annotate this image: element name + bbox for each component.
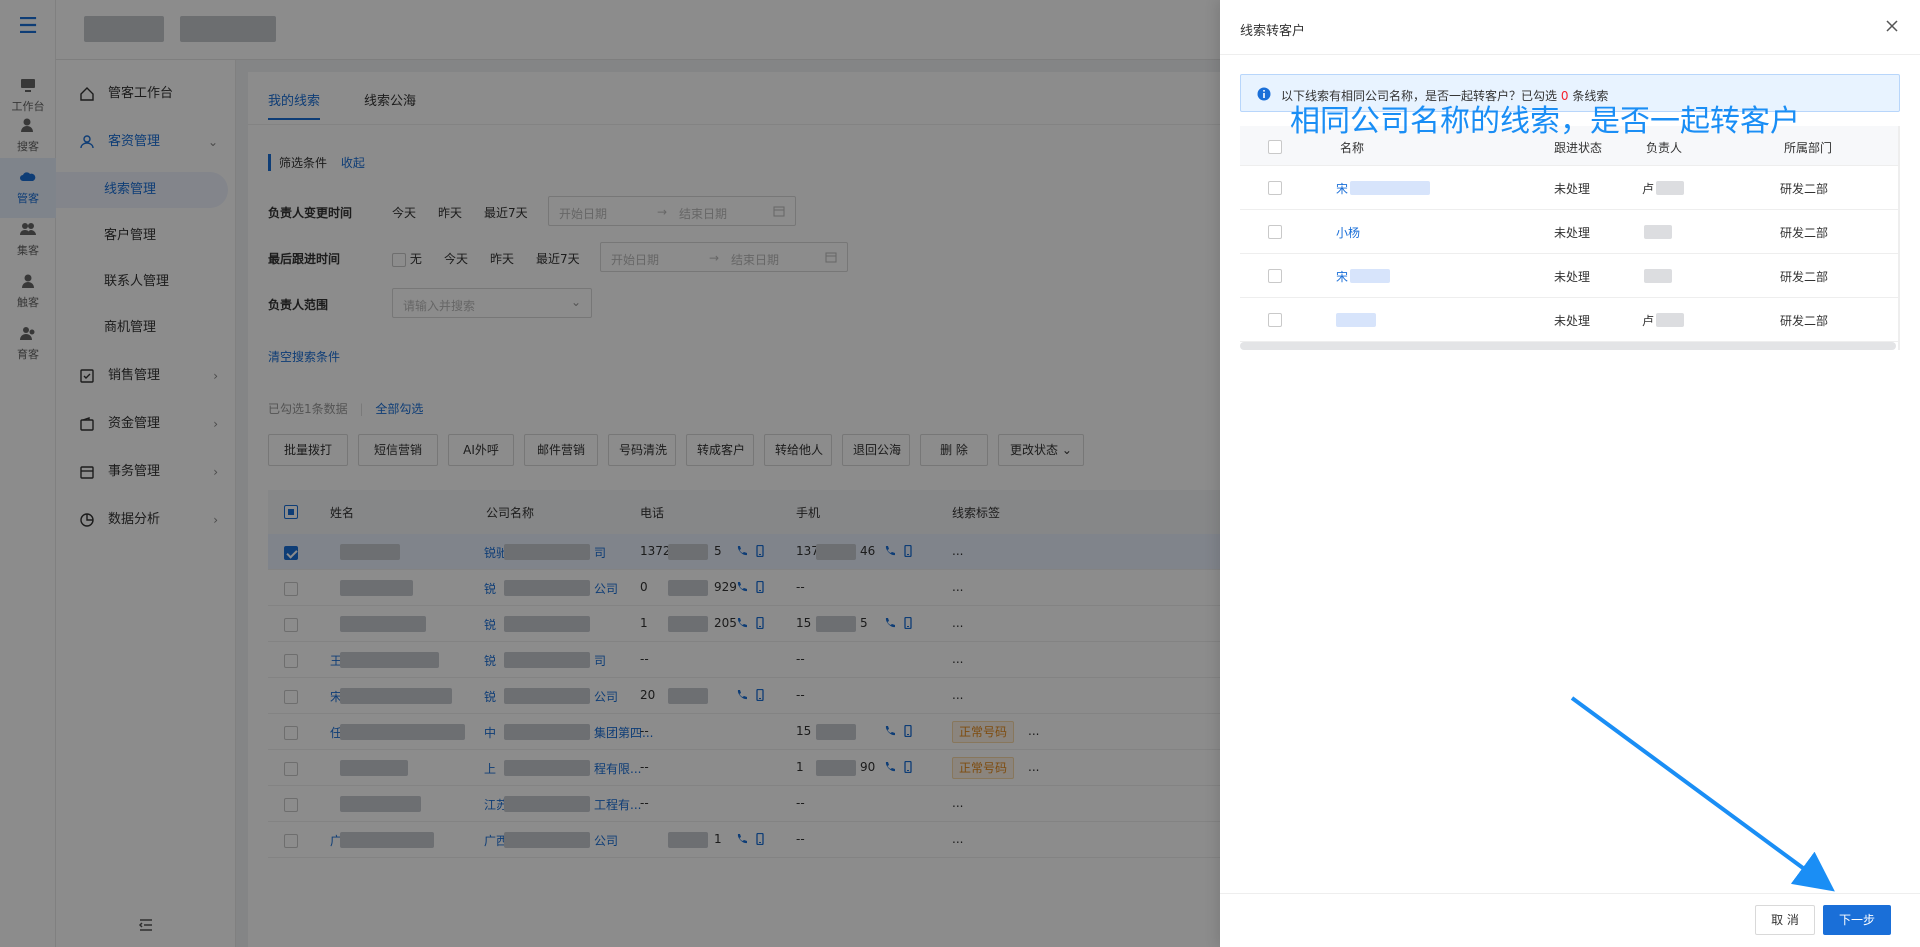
vertical-scrollbar[interactable] — [1898, 126, 1900, 350]
row-checkbox[interactable] — [1268, 312, 1282, 327]
horizontal-scrollbar[interactable] — [1240, 342, 1896, 350]
follow-status: 未处理 — [1554, 270, 1591, 284]
next-step-button[interactable]: 下一步 — [1823, 905, 1891, 935]
close-icon[interactable] — [1884, 18, 1900, 34]
drawer-title: 线索转客户 — [1240, 24, 1306, 39]
lead-name[interactable]: 宋 — [1336, 268, 1348, 285]
dcol-name: 名称 — [1340, 141, 1365, 155]
row-checkbox[interactable] — [1268, 224, 1282, 239]
owner-name: 卢 — [1642, 314, 1655, 328]
department: 研发二部 — [1780, 270, 1829, 284]
follow-status: 未处理 — [1554, 226, 1591, 240]
dcol-dept: 所属部门 — [1784, 141, 1833, 155]
department: 研发二部 — [1780, 226, 1829, 240]
drawer-table-row[interactable]: 宋 未处理 卢 研发二部 — [1240, 166, 1900, 210]
masked-name — [1350, 269, 1390, 283]
drawer-table-row[interactable]: 宋 未处理 研发二部 — [1240, 254, 1900, 298]
row-checkbox[interactable] — [1268, 180, 1282, 195]
masked-name — [1350, 181, 1430, 195]
modal-backdrop[interactable] — [0, 0, 1220, 947]
follow-status: 未处理 — [1554, 182, 1591, 196]
footer-divider — [1220, 893, 1920, 894]
department: 研发二部 — [1780, 182, 1829, 196]
lead-name[interactable]: 小杨 — [1336, 224, 1360, 241]
lead-name[interactable]: 宋 — [1336, 180, 1348, 197]
info-icon — [1257, 87, 1271, 101]
convert-customer-drawer: 线索转客户 以下线索有相同公司名称，是否一起转客户？已勾选 0 条线索 名称 跟… — [1220, 0, 1920, 947]
annotation-arrow-icon — [1570, 696, 1835, 892]
follow-status: 未处理 — [1554, 314, 1591, 328]
dcol-owner: 负责人 — [1646, 141, 1683, 155]
row-checkbox[interactable] — [1268, 268, 1282, 283]
owner-name: 卢 — [1642, 182, 1655, 196]
drawer-table-row[interactable]: 未处理 卢 研发二部 — [1240, 298, 1900, 342]
masked-owner — [1656, 313, 1684, 327]
department: 研发二部 — [1780, 314, 1829, 328]
annotation-text: 相同公司名称的线索，是否一起转客户 — [1290, 104, 1800, 139]
drawer-table-row[interactable]: 小杨 未处理 研发二部 — [1240, 210, 1900, 254]
dcol-status: 跟进状态 — [1554, 141, 1603, 155]
masked-name — [1336, 313, 1376, 327]
drawer-divider — [1220, 54, 1920, 55]
masked-owner — [1656, 181, 1684, 195]
cancel-button[interactable]: 取 消 — [1755, 905, 1815, 935]
masked-owner — [1644, 225, 1672, 239]
drawer-select-all-checkbox[interactable] — [1268, 139, 1282, 154]
masked-owner — [1644, 269, 1672, 283]
